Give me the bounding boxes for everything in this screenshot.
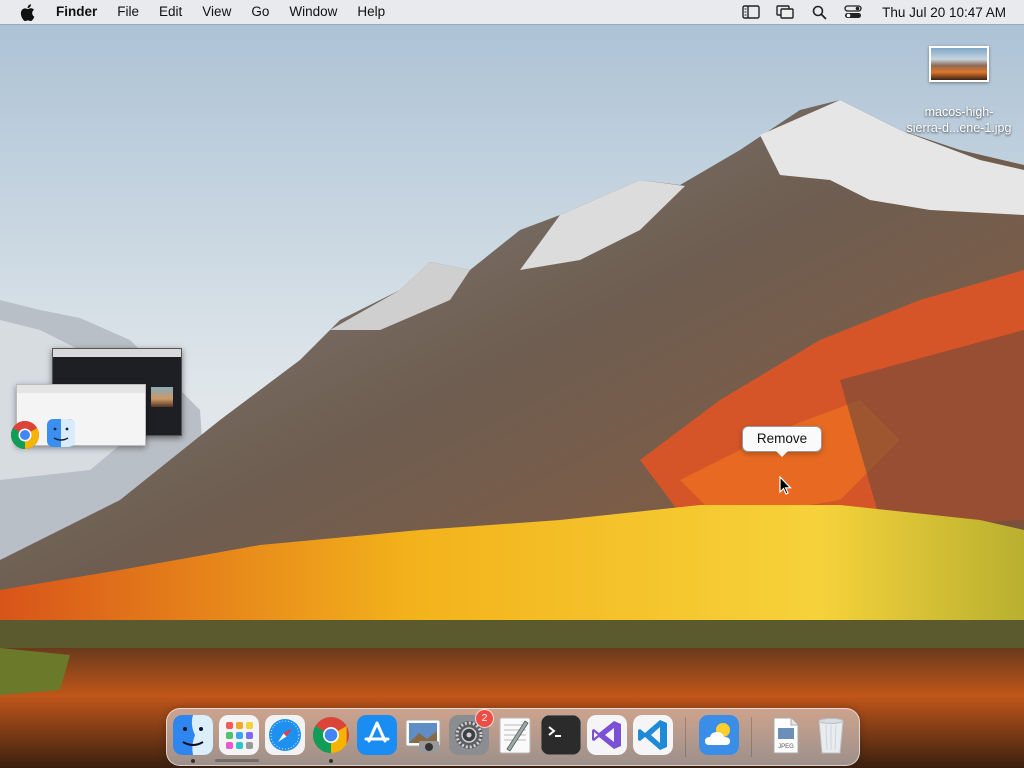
- control-center-icon[interactable]: [844, 4, 862, 20]
- dock-app-store[interactable]: [357, 715, 397, 757]
- menu-view[interactable]: View: [192, 0, 241, 24]
- app-store-icon: [357, 715, 397, 755]
- sidebar-list-icon[interactable]: [742, 4, 760, 20]
- running-indicator: [191, 759, 195, 763]
- mouse-cursor-icon: [779, 476, 792, 495]
- finder-icon: [47, 419, 75, 447]
- menu-help[interactable]: Help: [347, 0, 395, 24]
- menu-bar: Finder File Edit View Go Window Help Thu…: [0, 0, 1024, 24]
- dock-separator: [685, 717, 686, 757]
- dock-weather[interactable]: [699, 715, 739, 757]
- tooltip-remove: Remove: [742, 426, 822, 457]
- vscode-icon: [633, 715, 673, 755]
- chrome-icon: [11, 421, 39, 449]
- dock-scroll-indicator: [215, 759, 259, 762]
- desktop-file-name-line1: macos-high-: [924, 105, 994, 119]
- desktop-file-name: macos-high- sierra-d...ene-1.jpg: [900, 104, 1018, 136]
- chrome-icon: [312, 717, 349, 753]
- dock-trash[interactable]: [811, 715, 851, 757]
- preview-icon: [405, 719, 441, 753]
- dock-chrome[interactable]: [311, 715, 351, 763]
- safari-icon: [265, 715, 305, 755]
- menubar-clock[interactable]: Thu Jul 20 10:47 AM: [882, 5, 1006, 20]
- desktop-file-jpg[interactable]: macos-high- sierra-d...ene-1.jpg: [900, 46, 1018, 136]
- dock-textedit[interactable]: [495, 715, 535, 757]
- dock-launchpad[interactable]: [219, 715, 259, 757]
- visual-studio-icon: [587, 715, 627, 755]
- dock-preview[interactable]: [403, 715, 443, 757]
- finder-icon: [173, 715, 213, 755]
- terminal-icon: [540, 714, 582, 756]
- running-indicator: [329, 759, 333, 763]
- launchpad-icon: [219, 715, 259, 755]
- menu-app-finder[interactable]: Finder: [48, 0, 107, 24]
- dock-system-settings[interactable]: 2: [449, 710, 493, 757]
- spotlight-search-icon[interactable]: [810, 4, 828, 20]
- menu-file[interactable]: File: [107, 0, 149, 24]
- menu-edit[interactable]: Edit: [149, 0, 192, 24]
- menu-go[interactable]: Go: [241, 0, 279, 24]
- trash-icon: [818, 718, 844, 754]
- notification-badge: 2: [476, 710, 493, 727]
- dock-jpeg-file[interactable]: JPEG: [765, 715, 805, 757]
- dock-safari[interactable]: [265, 715, 305, 757]
- dock-vscode[interactable]: [633, 715, 673, 757]
- dock-terminal[interactable]: [540, 714, 582, 757]
- jpeg-label: JPEG: [778, 744, 794, 750]
- apple-logo-icon[interactable]: [16, 1, 38, 23]
- menu-window[interactable]: Window: [279, 0, 347, 24]
- dock-separator: [751, 717, 752, 757]
- textedit-icon: [499, 717, 531, 754]
- desktop-file-name-line2: sierra-d...ene-1.jpg: [906, 121, 1012, 135]
- jpeg-document-icon: JPEG: [773, 717, 799, 754]
- dock: 2 JPEG: [166, 708, 860, 766]
- dock-visual-studio[interactable]: [587, 715, 627, 757]
- display-mirror-icon[interactable]: [776, 4, 794, 20]
- dock-finder[interactable]: [173, 715, 213, 763]
- stage-manager-group[interactable]: [8, 346, 188, 456]
- weather-icon: [699, 715, 739, 755]
- image-thumbnail: [929, 46, 989, 82]
